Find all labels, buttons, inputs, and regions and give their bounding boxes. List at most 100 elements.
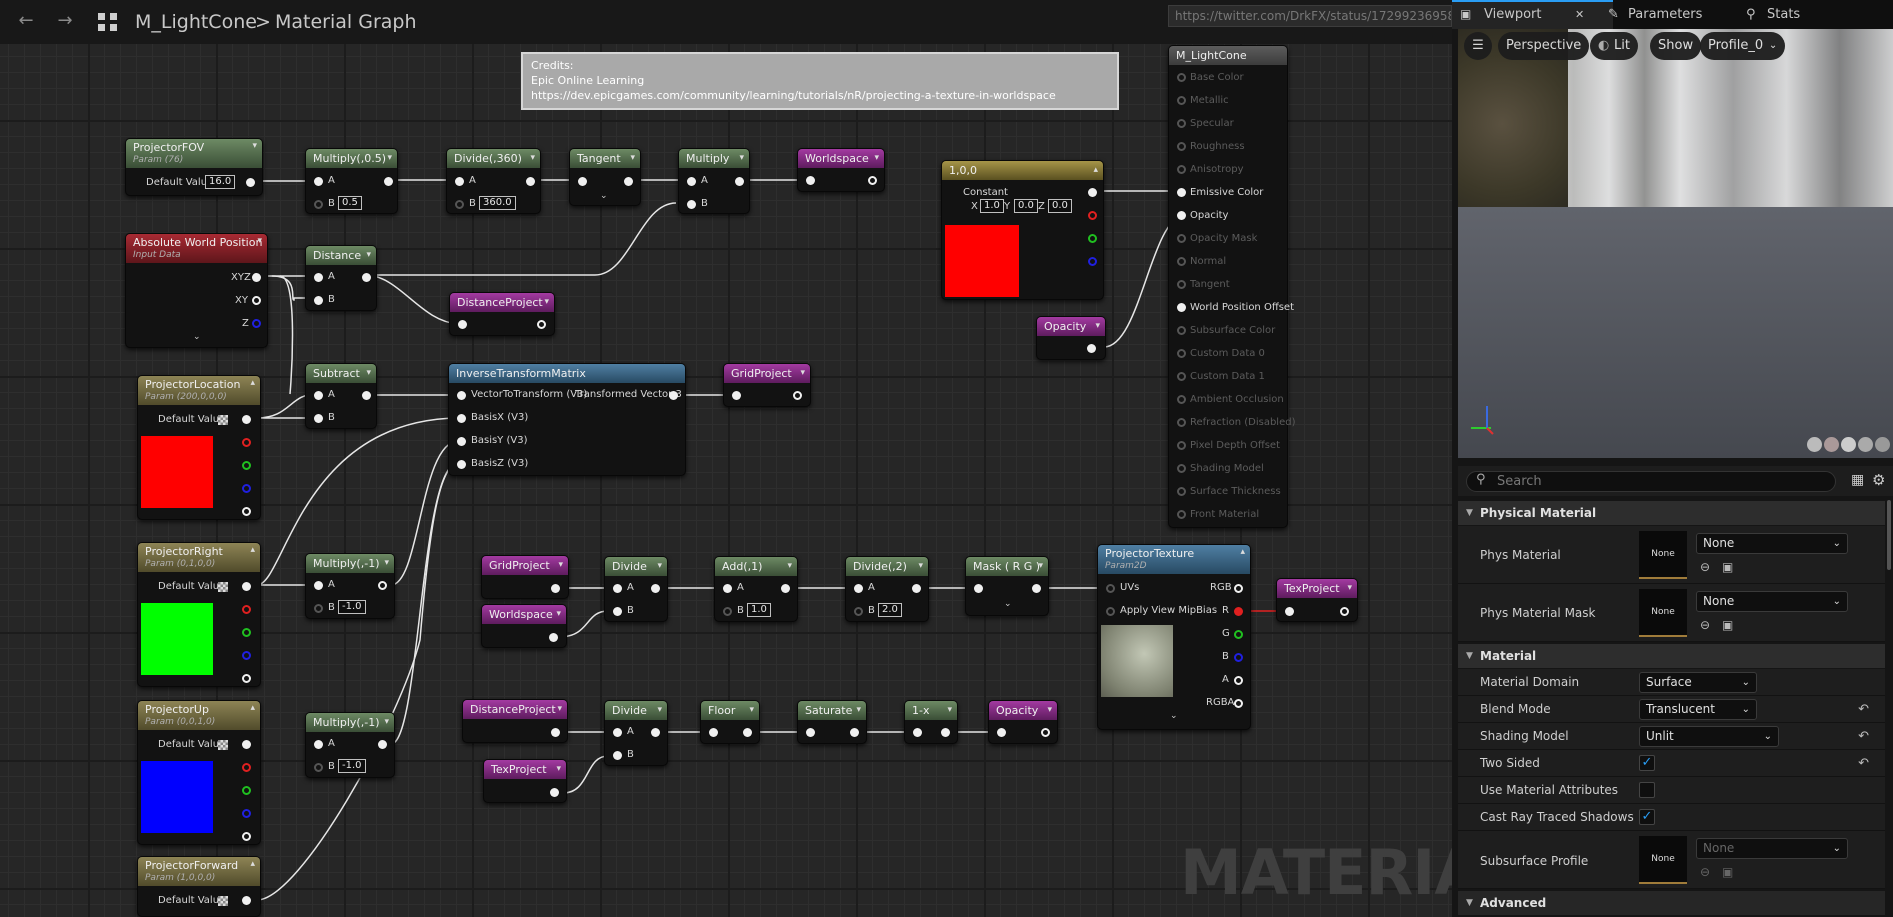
result-pin-row[interactable]: Emissive Color	[1177, 187, 1287, 199]
forward-arrow-icon[interactable]: →	[55, 12, 75, 32]
result-pin-row[interactable]: Shading Model	[1177, 463, 1287, 475]
section-material[interactable]: ▼ Material	[1458, 644, 1885, 668]
input-pin-a[interactable]	[314, 177, 323, 186]
node-multiply-negative-a[interactable]: Multiply(,-1) ▾ A B -1.0	[305, 553, 395, 619]
phys-material-dropdown[interactable]: None ⌄	[1696, 533, 1848, 554]
output-pin[interactable]	[1032, 584, 1041, 593]
input-b-field[interactable]: -1.0	[338, 600, 366, 614]
result-pin-row[interactable]: Custom Data 0	[1177, 348, 1287, 360]
output-pin[interactable]	[384, 177, 393, 186]
profile-button[interactable]: Profile_0 ⌄	[1700, 32, 1786, 60]
output-pin-a[interactable]	[242, 507, 251, 516]
node-reroute-distance-project[interactable]: DistanceProject ▾	[449, 292, 555, 336]
collapse-arrow-icon[interactable]: ▾	[530, 149, 535, 168]
input-pin[interactable]	[457, 391, 466, 400]
phys-material-mask-dropdown[interactable]: None ⌄	[1696, 591, 1848, 612]
output-pin-r[interactable]	[242, 438, 251, 447]
node-multiply-negative-b[interactable]: Multiply(,-1) ▾ A B -1.0	[305, 712, 395, 778]
use-selected-icon[interactable]: ⊖	[1700, 865, 1710, 879]
breadcrumb-asset[interactable]: M_LightCone	[135, 11, 257, 33]
section-advanced[interactable]: ▼ Advanced	[1458, 891, 1885, 915]
input-pin[interactable]	[806, 176, 815, 185]
output-pin-rgb[interactable]	[242, 896, 251, 905]
result-pin-row[interactable]: Normal	[1177, 256, 1287, 268]
asset-thumbnail[interactable]: None	[1639, 836, 1687, 884]
settings-gear-icon[interactable]: ⚙	[1872, 471, 1885, 489]
material-domain-dropdown[interactable]: Surface ⌄	[1639, 672, 1757, 693]
input-pin-b[interactable]	[314, 200, 323, 209]
result-pin-row[interactable]: Metallic	[1177, 95, 1287, 107]
node-floor[interactable]: Floor ▾	[700, 700, 760, 744]
collapse-arrow-icon[interactable]: ▾	[384, 554, 389, 573]
section-physical-material[interactable]: ▼ Physical Material	[1458, 501, 1885, 525]
output-pin[interactable]	[526, 177, 535, 186]
expand-arrow-icon[interactable]: ⌄	[193, 332, 201, 342]
input-b-field[interactable]: -1.0	[338, 759, 366, 773]
input-pin-b[interactable]	[314, 763, 323, 772]
node-divide[interactable]: Divide ▾ A B	[604, 556, 668, 622]
output-pin[interactable]	[537, 320, 546, 329]
output-pin[interactable]	[793, 391, 802, 400]
input-pin-b[interactable]	[314, 604, 323, 613]
collapse-arrow-icon[interactable]: ▾	[252, 139, 257, 153]
input-pin-b[interactable]	[723, 607, 732, 616]
input-pin[interactable]	[1177, 73, 1186, 82]
node-reroute-opacity-in[interactable]: Opacity ▾	[988, 700, 1058, 744]
output-pin[interactable]	[651, 584, 660, 593]
input-pin-a[interactable]	[854, 584, 863, 593]
comment-box[interactable]: Credits: Epic Online Learning https://de…	[521, 52, 1119, 110]
y-value-field[interactable]: 0.0	[1014, 199, 1038, 213]
node-component-mask[interactable]: Mask ( R G ) ▾ ⌄	[965, 556, 1049, 616]
collapse-arrow-icon[interactable]: ▴	[1240, 545, 1245, 559]
collapse-arrow-icon[interactable]: ▾	[800, 364, 805, 383]
two-sided-checkbox[interactable]: ✓	[1639, 755, 1655, 771]
node-divide-two[interactable]: Divide(,2) ▾ A B 2.0	[845, 556, 929, 622]
collapse-arrow-icon[interactable]: ▾	[856, 701, 861, 720]
collapse-arrow-icon[interactable]: ▾	[657, 701, 662, 720]
input-pin-a[interactable]	[314, 581, 323, 590]
input-pin[interactable]	[1285, 607, 1294, 616]
input-pin[interactable]	[1177, 349, 1186, 358]
node-multiply-half[interactable]: Multiply(,0.5) ▾ A B 0.5	[305, 148, 398, 214]
input-pin[interactable]	[1177, 395, 1186, 404]
input-b-field[interactable]: 2.0	[878, 603, 902, 617]
input-pin-a[interactable]	[687, 177, 696, 186]
output-pin-rgb[interactable]	[242, 740, 251, 749]
input-pin[interactable]	[1177, 119, 1186, 128]
output-pin[interactable]	[550, 788, 559, 797]
input-b-field[interactable]: 1.0	[747, 603, 771, 617]
input-pin-a[interactable]	[613, 584, 622, 593]
tab-close-icon[interactable]: ✕	[1575, 0, 1584, 29]
result-pin-row[interactable]: Front Material	[1177, 509, 1287, 521]
result-pin-row[interactable]: Roughness	[1177, 141, 1287, 153]
result-pin-row[interactable]: Specular	[1177, 118, 1287, 130]
collapse-arrow-icon[interactable]: ▾	[558, 556, 563, 575]
input-pin-b[interactable]	[314, 296, 323, 305]
input-pin[interactable]	[457, 437, 466, 446]
input-b-field[interactable]: 0.5	[338, 196, 362, 210]
output-pin[interactable]	[549, 633, 558, 642]
use-selected-icon[interactable]: ⊖	[1700, 618, 1710, 632]
node-reroute-worldspace[interactable]: Worldspace ▾	[797, 148, 885, 192]
reset-to-default-icon[interactable]: ↶	[1858, 729, 1869, 744]
collapse-arrow-icon[interactable]: ▾	[1038, 557, 1043, 576]
output-pin-r[interactable]	[242, 763, 251, 772]
input-pin[interactable]	[732, 391, 741, 400]
output-pin-g[interactable]	[242, 628, 251, 637]
node-reroute-grid-project[interactable]: GridProject ▾	[723, 363, 811, 407]
input-pin[interactable]	[806, 728, 815, 737]
collapse-arrow-icon[interactable]: ▴	[250, 857, 255, 871]
color-picker-icon[interactable]	[218, 582, 228, 592]
node-reroute-distance-project-in[interactable]: DistanceProject ▾	[462, 699, 568, 743]
input-b-field[interactable]: 360.0	[479, 196, 516, 210]
details-scrollbar[interactable]	[1887, 500, 1891, 570]
output-pin[interactable]	[1340, 607, 1349, 616]
result-pin-row[interactable]: Anisotropy	[1177, 164, 1287, 176]
input-pin-a[interactable]	[455, 177, 464, 186]
collapse-arrow-icon[interactable]: ▾	[918, 557, 923, 576]
output-pin[interactable]	[551, 728, 560, 737]
output-pin-b[interactable]	[1234, 653, 1243, 662]
preview-viewport[interactable]: ☰ Perspective ◐ Lit Show Profile_0 ⌄	[1458, 29, 1893, 458]
output-pin-z[interactable]	[252, 319, 261, 328]
input-pin[interactable]	[1177, 257, 1186, 266]
